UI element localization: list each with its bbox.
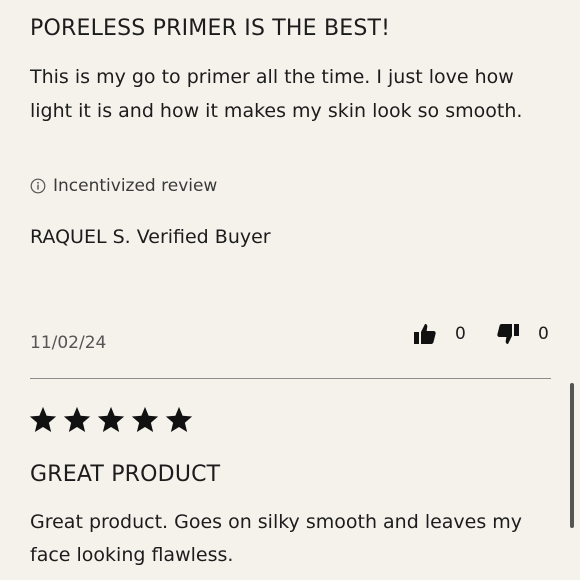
- star-icon: [63, 406, 91, 432]
- reviews-page: PORELESS PRIMER IS THE BEST! This is my …: [0, 0, 580, 580]
- unhelpful-count: 0: [538, 324, 549, 344]
- star-icon: [29, 406, 57, 432]
- reviewer-name: RAQUEL S. Verified Buyer: [30, 226, 271, 248]
- thumbs-up-icon: [414, 324, 436, 344]
- helpful-count: 0: [455, 324, 466, 344]
- incentivized-label: Incentivized review: [53, 176, 218, 196]
- incentivized-badge[interactable]: Incentivized review: [30, 176, 217, 196]
- scrollbar[interactable]: [570, 383, 574, 528]
- helpful-vote-button[interactable]: 0: [413, 322, 466, 346]
- review-title: GREAT PRODUCT: [30, 462, 221, 487]
- review-divider: [30, 378, 551, 379]
- star-icon: [131, 406, 159, 432]
- info-icon: [30, 178, 46, 194]
- thumbs-down-icon: [497, 324, 519, 344]
- review-title: PORELESS PRIMER IS THE BEST!: [30, 16, 391, 41]
- review-body: This is my go to primer all the time. I …: [30, 66, 523, 122]
- review-date: 11/02/24: [30, 333, 107, 353]
- review-body: Great product. Goes on silky smooth and …: [30, 511, 523, 566]
- star-icon: [165, 406, 193, 432]
- star-rating: [28, 405, 194, 435]
- unhelpful-vote-button[interactable]: 0: [496, 322, 549, 346]
- star-icon: [97, 406, 125, 432]
